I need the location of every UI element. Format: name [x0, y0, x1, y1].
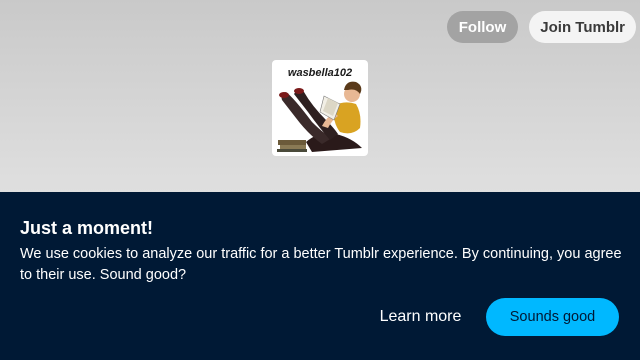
join-tumblr-button[interactable]: Join Tumblr: [529, 11, 636, 43]
accept-cookies-button[interactable]: Sounds good: [486, 298, 619, 336]
learn-more-link[interactable]: Learn more: [372, 299, 469, 335]
follow-button[interactable]: Follow: [446, 11, 519, 43]
blog-avatar[interactable]: wasbella102: [272, 60, 368, 156]
top-bar: Follow Join Tumblr: [446, 11, 636, 43]
page: Follow Join Tumblr wasbella102 Just a mo…: [0, 0, 640, 360]
avatar-caption: wasbella102: [287, 67, 353, 79]
cookie-banner-title: Just a moment!: [20, 218, 154, 238]
cookie-banner-message: We use cookies to analyze our traffic fo…: [20, 246, 622, 283]
